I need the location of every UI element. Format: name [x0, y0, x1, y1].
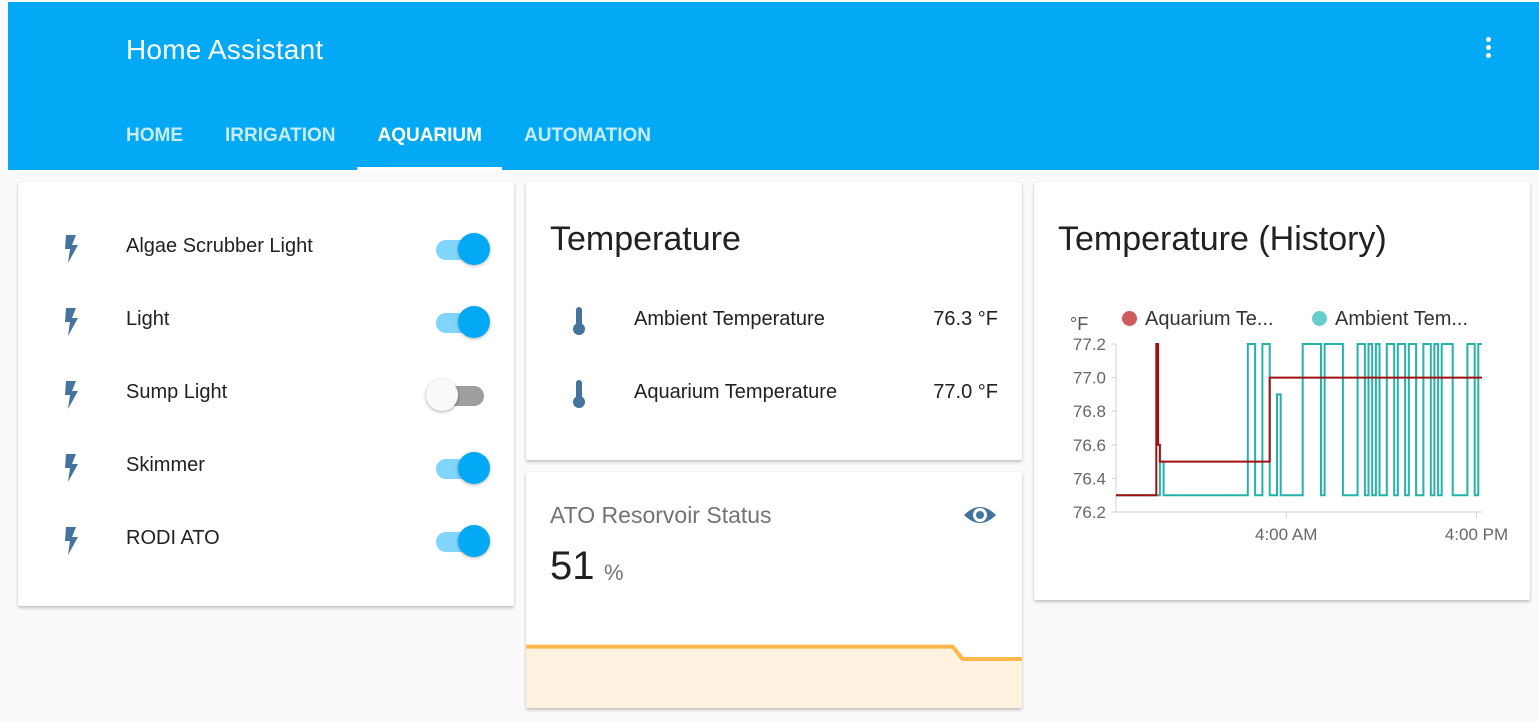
ambient-series-line [1116, 343, 1482, 497]
legend-dot [1122, 311, 1137, 326]
switch-label: Skimmer [126, 454, 205, 476]
flash-icon [65, 308, 78, 336]
switch-row-skimmer: Skimmer [18, 447, 514, 487]
legend-aquarium[interactable]: Aquarium Te... [1122, 308, 1274, 331]
sensor-label: Ambient Temperature [634, 308, 825, 330]
y-tick-label: 76.2 [1073, 503, 1106, 522]
sensor-row-ambient-temperature[interactable]: Ambient Temperature 76.3 °F [526, 303, 1022, 339]
ato-sensor-card[interactable]: ATO Resorvoir Status 51 % [526, 472, 1022, 708]
tab-irrigation[interactable]: IRRIGATION [205, 104, 355, 170]
flash-icon [65, 235, 78, 263]
ato-title: ATO Resorvoir Status [550, 502, 772, 528]
card-title: Temperature (History) [1058, 220, 1387, 258]
tab-automation[interactable]: AUTOMATION [504, 104, 671, 170]
app-toolbar: Home Assistant HOME IRRIGATION AQUARIUM … [8, 2, 1539, 170]
legend-label: Aquarium Te... [1145, 308, 1274, 330]
flash-icon [65, 527, 78, 555]
switch-label: Light [126, 308, 170, 330]
header-area: Home Assistant HOME IRRIGATION AQUARIUM … [0, 0, 1539, 171]
y-tick-label: 77.2 [1073, 335, 1106, 354]
card-title: Temperature [550, 220, 741, 258]
sensor-value: 76.3 °F [933, 308, 998, 330]
y-tick-label: 76.6 [1073, 436, 1106, 455]
temperature-card: Temperature Ambient Temperature 76.3 °F … [526, 182, 1022, 460]
tab-home[interactable]: HOME [126, 104, 203, 170]
thermometer-icon [573, 380, 585, 408]
switch-label: Sump Light [126, 381, 228, 403]
legend-dot [1312, 311, 1327, 326]
eye-icon[interactable] [962, 500, 998, 530]
rodi-ato-toggle[interactable] [432, 522, 490, 558]
switch-row-light: Light [18, 301, 514, 341]
view-tabs: HOME IRRIGATION AQUARIUM AUTOMATION [126, 104, 673, 170]
ato-value: 51 [550, 544, 595, 588]
switch-label: RODI ATO [126, 527, 220, 549]
history-card: Temperature (History) °F Aquarium Te... … [1034, 182, 1530, 600]
x-tick-label: 4:00 PM [1445, 525, 1508, 544]
more-vert-icon[interactable] [1476, 34, 1500, 72]
switch-row-rodi-ato: RODI ATO [18, 520, 514, 560]
sensor-row-aquarium-temperature[interactable]: Aquarium Temperature 77.0 °F [526, 376, 1022, 412]
app-title: Home Assistant [126, 34, 324, 65]
ato-unit: % [604, 560, 624, 585]
flash-icon [65, 381, 78, 409]
ato-area-fill [526, 646, 1022, 708]
legend-ambient[interactable]: Ambient Tem... [1312, 308, 1468, 331]
y-tick-label: 76.8 [1073, 402, 1106, 421]
ato-sparkline [526, 644, 1022, 708]
sump-light-toggle[interactable] [426, 376, 488, 412]
light-toggle[interactable] [432, 303, 490, 339]
skimmer-toggle[interactable] [432, 449, 490, 485]
sensor-label: Aquarium Temperature [634, 381, 838, 403]
switch-label: Algae Scrubber Light [126, 235, 313, 257]
thermometer-icon [573, 307, 585, 335]
legend-label: Ambient Tem... [1335, 308, 1469, 330]
algae-scrubber-light-toggle[interactable] [432, 230, 490, 266]
switches-card: Algae Scrubber Light Light Sump Light Sk… [18, 182, 514, 606]
switch-row-sump-light: Sump Light [18, 374, 514, 414]
switch-row-algae-scrubber-light: Algae Scrubber Light [18, 228, 514, 268]
history-chart: 77.2 77.0 76.8 76.6 76.4 76.2 4:00 AM 4:00 PM [1073, 335, 1508, 544]
y-tick-label: 77.0 [1073, 369, 1106, 388]
flash-icon [65, 454, 78, 482]
tab-aquarium[interactable]: AQUARIUM [357, 104, 502, 170]
sensor-value: 77.0 °F [933, 381, 998, 403]
y-tick-label: 76.4 [1073, 469, 1106, 488]
aquarium-series-line [1116, 343, 1482, 497]
x-tick-label: 4:00 AM [1255, 525, 1317, 544]
